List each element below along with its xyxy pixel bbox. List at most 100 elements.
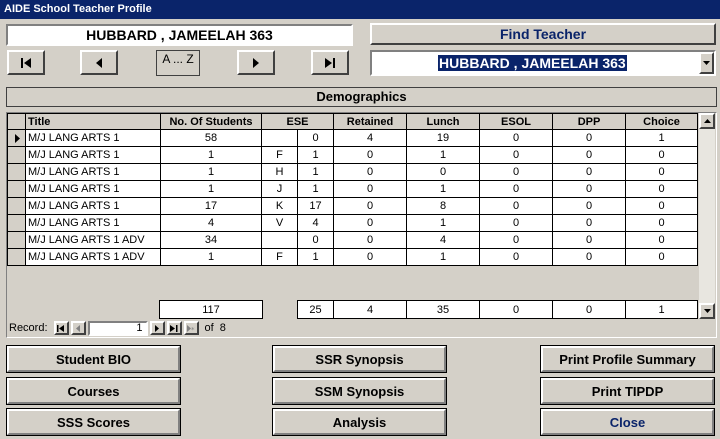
row-selector[interactable]: [7, 129, 26, 147]
cell-dpp[interactable]: 0: [552, 214, 626, 232]
cell-dpp[interactable]: 0: [552, 163, 626, 181]
cell-students[interactable]: 1: [160, 248, 262, 266]
scroll-down-button[interactable]: [699, 303, 715, 319]
cell-lunch[interactable]: 8: [406, 197, 480, 215]
cell-students[interactable]: 1: [160, 180, 262, 198]
column-header-dpp[interactable]: DPP: [552, 113, 626, 130]
cell-students[interactable]: 4: [160, 214, 262, 232]
cell-dpp[interactable]: 0: [552, 180, 626, 198]
table-row[interactable]: M/J LANG ARTS 1 ADV 34 0 0 4 0 0 0: [7, 231, 698, 249]
table-row[interactable]: M/J LANG ARTS 11F101000: [7, 146, 698, 164]
column-header-students[interactable]: No. Of Students: [160, 113, 262, 130]
cell-esol[interactable]: 0: [479, 214, 553, 232]
cell-ese-code[interactable]: [261, 129, 298, 147]
cell-title[interactable]: M/J LANG ARTS 1: [25, 180, 161, 198]
teacher-combobox[interactable]: HUBBARD , JAMEELAH 363: [370, 50, 716, 76]
cell-dpp[interactable]: 0: [552, 197, 626, 215]
row-selector[interactable]: [7, 146, 26, 164]
cell-esol[interactable]: 0: [479, 231, 553, 249]
cell-ese-code[interactable]: [261, 231, 298, 249]
cell-students[interactable]: 1: [160, 163, 262, 181]
a-to-z-button[interactable]: A ... Z: [156, 50, 200, 76]
scroll-up-button[interactable]: [699, 113, 715, 129]
cell-esol[interactable]: 0: [479, 248, 553, 266]
cell-ese[interactable]: 1: [297, 146, 334, 164]
vertical-scrollbar[interactable]: [699, 113, 715, 319]
courses-button[interactable]: Courses: [6, 377, 181, 405]
cell-ese[interactable]: 17: [297, 197, 334, 215]
cell-title[interactable]: M/J LANG ARTS 1 ADV: [25, 231, 161, 249]
column-header-ese[interactable]: ESE: [261, 113, 334, 130]
cell-ese-code[interactable]: H: [261, 163, 298, 181]
cell-title[interactable]: M/J LANG ARTS 1: [25, 129, 161, 147]
cell-lunch[interactable]: 4: [406, 231, 480, 249]
record-number-input[interactable]: 1: [87, 320, 148, 336]
row-selector[interactable]: [7, 231, 26, 249]
cell-ese-code[interactable]: F: [261, 248, 298, 266]
cell-ese-code[interactable]: J: [261, 180, 298, 198]
table-row[interactable]: M/J LANG ARTS 1 ADV 1 F 1 0 1 0 0 0: [7, 248, 698, 266]
cell-retained[interactable]: 0: [333, 180, 407, 198]
cell-lunch[interactable]: 1: [406, 146, 480, 164]
table-row[interactable]: M/J LANG ARTS 1 17 K 17 0 8 0 0 0: [7, 197, 698, 215]
cell-dpp[interactable]: 0: [552, 248, 626, 266]
column-header-retained[interactable]: Retained: [333, 113, 407, 130]
row-selector[interactable]: [7, 214, 26, 232]
record-new-button[interactable]: *: [183, 321, 199, 335]
cell-choice[interactable]: 1: [625, 129, 698, 147]
cell-lunch[interactable]: 1: [406, 180, 480, 198]
column-header-choice[interactable]: Choice: [625, 113, 698, 130]
cell-dpp[interactable]: 0: [552, 146, 626, 164]
cell-choice[interactable]: 0: [625, 163, 698, 181]
last-record-button[interactable]: [311, 50, 349, 75]
cell-lunch[interactable]: 1: [406, 248, 480, 266]
cell-lunch[interactable]: 1: [406, 214, 480, 232]
combo-dropdown-button[interactable]: [699, 52, 714, 74]
column-header-esol[interactable]: ESOL: [479, 113, 553, 130]
find-teacher-button[interactable]: Find Teacher: [370, 23, 716, 45]
cell-choice[interactable]: 0: [625, 180, 698, 198]
column-header-lunch[interactable]: Lunch: [406, 113, 480, 130]
table-row[interactable]: M/J LANG ARTS 14V401000: [7, 214, 698, 232]
cell-ese-code[interactable]: F: [261, 146, 298, 164]
cell-students[interactable]: 1: [160, 146, 262, 164]
record-last-button[interactable]: [166, 321, 182, 335]
cell-retained[interactable]: 0: [333, 248, 407, 266]
cell-title[interactable]: M/J LANG ARTS 1 ADV: [25, 248, 161, 266]
table-row[interactable]: M/J LANG ARTS 1 58 0 4 19 0 0 1: [7, 129, 698, 147]
ssm-synopsis-button[interactable]: SSM Synopsis: [272, 377, 447, 405]
cell-ese[interactable]: 1: [297, 163, 334, 181]
table-row[interactable]: M/J LANG ARTS 11J101000: [7, 180, 698, 198]
cell-title[interactable]: M/J LANG ARTS 1: [25, 197, 161, 215]
cell-choice[interactable]: 0: [625, 248, 698, 266]
first-record-button[interactable]: [7, 50, 45, 75]
cell-ese-code[interactable]: K: [261, 197, 298, 215]
row-selector[interactable]: [7, 163, 26, 181]
close-button[interactable]: Close: [540, 408, 715, 436]
cell-lunch[interactable]: 0: [406, 163, 480, 181]
row-selector[interactable]: [7, 197, 26, 215]
cell-title[interactable]: M/J LANG ARTS 1: [25, 163, 161, 181]
record-next-button[interactable]: [149, 321, 165, 335]
record-previous-button[interactable]: [70, 321, 86, 335]
cell-students[interactable]: 58: [160, 129, 262, 147]
cell-retained[interactable]: 4: [333, 129, 407, 147]
cell-students[interactable]: 17: [160, 197, 262, 215]
cell-esol[interactable]: 0: [479, 146, 553, 164]
cell-dpp[interactable]: 0: [552, 129, 626, 147]
cell-esol[interactable]: 0: [479, 129, 553, 147]
row-selector[interactable]: [7, 180, 26, 198]
student-bio-button[interactable]: Student BIO: [6, 345, 181, 373]
next-record-button[interactable]: [237, 50, 275, 75]
cell-esol[interactable]: 0: [479, 180, 553, 198]
cell-ese[interactable]: 1: [297, 180, 334, 198]
cell-esol[interactable]: 0: [479, 163, 553, 181]
cell-choice[interactable]: 0: [625, 231, 698, 249]
analysis-button[interactable]: Analysis: [272, 408, 447, 436]
cell-choice[interactable]: 0: [625, 146, 698, 164]
cell-esol[interactable]: 0: [479, 197, 553, 215]
record-first-button[interactable]: [53, 321, 69, 335]
print-tipdp-button[interactable]: Print TIPDP: [540, 377, 715, 405]
cell-choice[interactable]: 0: [625, 214, 698, 232]
cell-ese-code[interactable]: V: [261, 214, 298, 232]
